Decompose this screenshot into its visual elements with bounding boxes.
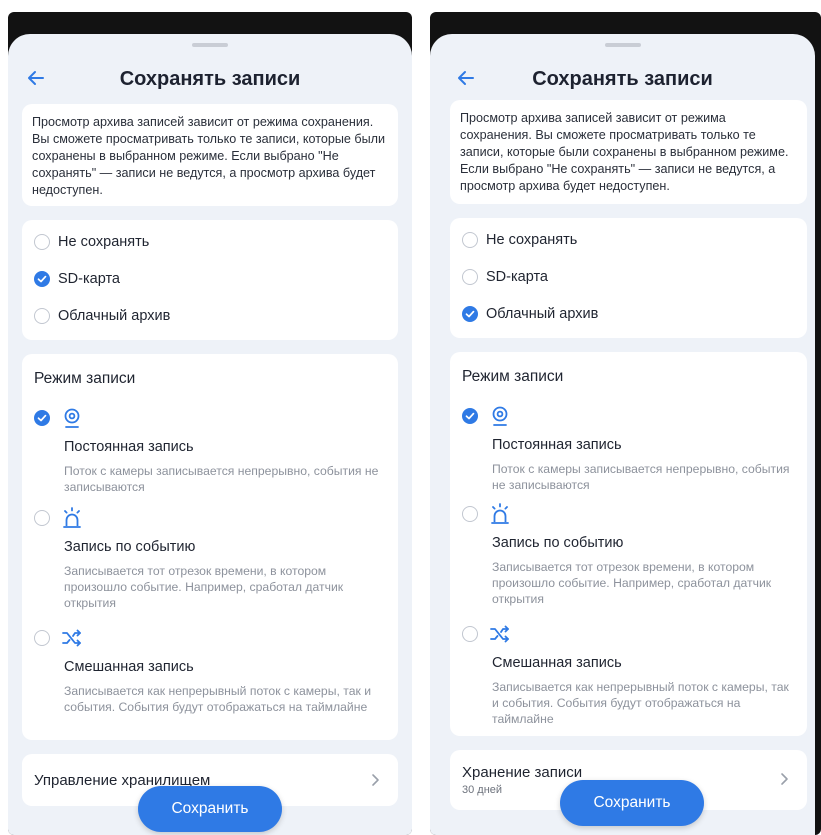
chevron-right-icon bbox=[781, 773, 788, 785]
mode-description: Поток с камеры записывается непрерывно, … bbox=[64, 464, 379, 494]
radio-button[interactable] bbox=[34, 630, 50, 646]
mode-description: Записывается как непрерывный поток с кам… bbox=[64, 684, 371, 714]
radio-button-selected[interactable] bbox=[462, 408, 478, 424]
sheet-header: Сохранять записи bbox=[8, 58, 412, 102]
section-title: Режим записи bbox=[34, 370, 136, 387]
mode-name: Смешанная запись bbox=[64, 659, 194, 675]
alarm-siren-icon bbox=[63, 507, 81, 528]
bottom-sheet: Сохранять записи Просмотр архива записей… bbox=[430, 34, 815, 835]
recording-mode-card: Режим записи Постоянная запись Поток с к… bbox=[450, 352, 807, 736]
option-label: Облачный архив bbox=[58, 308, 171, 324]
mode-event[interactable]: Запись по событию Записывается тот отрез… bbox=[34, 506, 386, 610]
shuffle-icon bbox=[490, 625, 509, 643]
mode-continuous[interactable]: Постоянная запись Поток с камеры записыв… bbox=[462, 404, 795, 492]
save-button[interactable]: Сохранить bbox=[138, 786, 282, 832]
option-label: Не сохранять bbox=[58, 234, 150, 250]
info-text: Просмотр архива записей зависит от режим… bbox=[460, 111, 789, 193]
storage-options-card: Не сохранять SD-карта Облачный архив bbox=[22, 220, 398, 340]
radio-button-selected[interactable] bbox=[462, 306, 478, 322]
page-title: Сохранять записи bbox=[532, 68, 713, 90]
sheet-header: Сохранять записи bbox=[430, 58, 815, 102]
mode-description: Записывается тот отрезок времени, в кото… bbox=[64, 564, 344, 610]
info-text: Просмотр архива записей зависит от режим… bbox=[32, 115, 386, 197]
option-cloud-archive[interactable]: Облачный архив bbox=[462, 306, 598, 322]
recording-mode-card: Режим записи Постоянная запись Поток с к… bbox=[22, 354, 398, 740]
mode-description: Записывается тот отрезок времени, в кото… bbox=[492, 560, 772, 606]
mode-event[interactable]: Запись по событию Записывается тот отрез… bbox=[462, 502, 795, 606]
page-title: Сохранять записи bbox=[119, 68, 301, 90]
radio-button[interactable] bbox=[34, 510, 50, 526]
option-sd-card[interactable]: SD-карта bbox=[34, 271, 120, 287]
camera-icon bbox=[492, 406, 508, 426]
mode-name: Запись по событию bbox=[492, 535, 624, 551]
radio-button[interactable] bbox=[462, 626, 478, 642]
mode-continuous[interactable]: Постоянная запись Поток с камеры записыв… bbox=[34, 406, 386, 494]
shuffle-icon bbox=[62, 629, 81, 647]
camera-icon bbox=[64, 408, 80, 428]
chevron-right-icon bbox=[372, 774, 379, 786]
radio-button-selected[interactable] bbox=[34, 271, 50, 287]
mode-name: Постоянная запись bbox=[492, 437, 622, 453]
mode-mixed[interactable]: Смешанная запись Записывается как непрер… bbox=[462, 622, 795, 726]
mode-name: Постоянная запись bbox=[64, 439, 194, 455]
option-label: Облачный архив bbox=[486, 306, 599, 322]
radio-button-selected[interactable] bbox=[34, 410, 50, 426]
check-icon bbox=[37, 414, 47, 422]
option-cloud-archive[interactable]: Облачный архив bbox=[34, 308, 170, 324]
option-label: SD-карта bbox=[486, 269, 548, 285]
section-title: Режим записи bbox=[462, 368, 564, 385]
mode-name: Смешанная запись bbox=[492, 655, 622, 671]
sheet-drag-handle[interactable] bbox=[604, 43, 641, 47]
storage-duration: 30 дней bbox=[462, 784, 503, 796]
radio-button[interactable] bbox=[462, 269, 478, 285]
mode-description: Поток с камеры записывается непрерывно, … bbox=[492, 462, 790, 492]
mode-description: Записывается как непрерывный поток с кам… bbox=[492, 680, 789, 726]
storage-row-title: Хранение записи bbox=[462, 764, 583, 781]
check-icon bbox=[465, 310, 475, 318]
phone-screen-cloud-archive: Сохранять записи Просмотр архива записей… bbox=[430, 12, 821, 835]
mode-mixed[interactable]: Смешанная запись Записывается как непрер… bbox=[34, 626, 386, 730]
info-card: Просмотр архива записей зависит от режим… bbox=[22, 104, 398, 206]
alarm-siren-icon bbox=[491, 503, 509, 524]
sheet-drag-handle[interactable] bbox=[192, 43, 228, 47]
radio-button[interactable] bbox=[34, 234, 50, 250]
storage-options-card: Не сохранять SD-карта Облачный архив bbox=[450, 218, 807, 338]
save-button[interactable]: Сохранить bbox=[560, 780, 704, 826]
phone-screen-sd-card: Сохранять записи Просмотр архива записей… bbox=[8, 12, 412, 835]
option-label: Не сохранять bbox=[486, 232, 578, 248]
radio-button[interactable] bbox=[462, 232, 478, 248]
info-card: Просмотр архива записей зависит от режим… bbox=[450, 100, 807, 204]
check-icon bbox=[465, 412, 475, 420]
radio-button[interactable] bbox=[462, 506, 478, 522]
mode-name: Запись по событию bbox=[64, 539, 196, 555]
bottom-sheet: Сохранять записи Просмотр архива записей… bbox=[8, 34, 412, 835]
option-label: SD-карта bbox=[58, 271, 120, 287]
check-icon bbox=[37, 275, 47, 283]
option-no-save[interactable]: Не сохранять bbox=[462, 232, 577, 248]
option-sd-card[interactable]: SD-карта bbox=[462, 269, 548, 285]
radio-button[interactable] bbox=[34, 308, 50, 324]
option-no-save[interactable]: Не сохранять bbox=[34, 234, 149, 250]
